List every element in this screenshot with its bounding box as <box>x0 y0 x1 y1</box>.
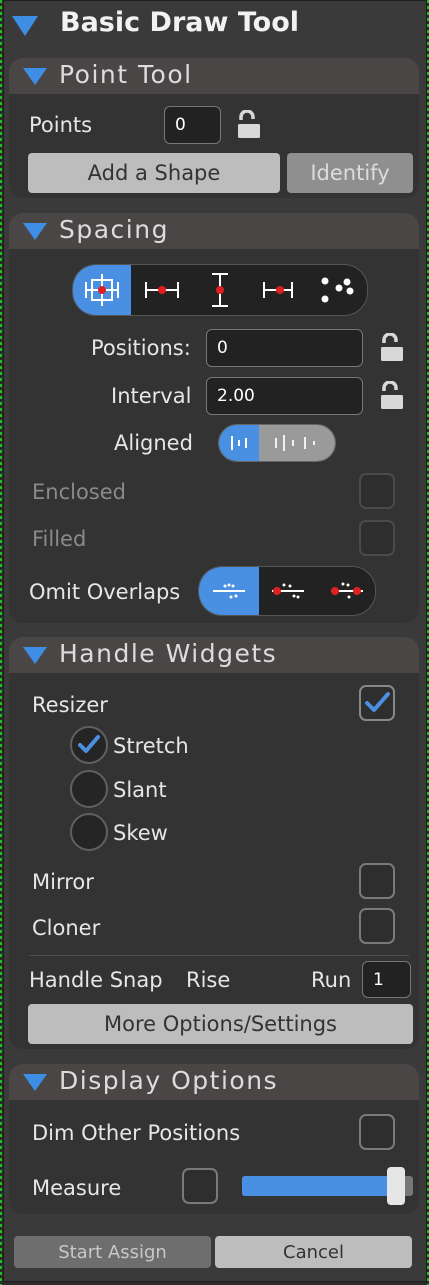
dim-other-positions-label: Dim Other Positions <box>32 1121 241 1145</box>
section-title: Spacing <box>59 215 169 244</box>
omit-overlaps-selector <box>198 566 376 616</box>
spacing-inset-option[interactable] <box>249 265 307 315</box>
frame-border-left <box>0 0 2 1285</box>
omit-overlaps-label: Omit Overlaps <box>29 580 181 604</box>
measure-checkbox[interactable] <box>182 1168 218 1204</box>
cancel-button[interactable]: Cancel <box>215 1236 412 1268</box>
skew-label: Skew <box>113 821 168 845</box>
stretch-radio[interactable] <box>70 726 108 764</box>
rise-label: Rise <box>186 968 231 992</box>
collapse-triangle-icon[interactable] <box>23 68 47 85</box>
spacing-vertical-option[interactable] <box>191 265 249 315</box>
aligned-toggle[interactable] <box>218 424 336 462</box>
scatter-dots-icon <box>321 277 354 303</box>
unaligned-ticks-icon <box>275 435 315 451</box>
run-label: Run <box>311 968 352 992</box>
run-field[interactable]: 1 <box>362 961 411 998</box>
filled-label: Filled <box>32 527 87 551</box>
spacing-header[interactable]: Spacing <box>9 213 419 249</box>
collapse-triangle-icon[interactable] <box>23 1074 47 1091</box>
positions-field[interactable]: 0 <box>206 329 363 367</box>
handle-snap-label: Handle Snap <box>29 968 163 992</box>
checkmark-icon <box>365 692 390 712</box>
checkmark-icon <box>78 735 100 753</box>
omit-start-option[interactable] <box>259 567 317 615</box>
spacing-mode-selector <box>72 264 368 316</box>
point-tool-header[interactable]: Point Tool <box>9 58 419 94</box>
interval-label: Interval <box>111 384 192 408</box>
spacing-horizontal-option[interactable] <box>133 265 191 315</box>
point-tool-section: Point Tool Points 0 Add a Shape Identify <box>9 58 419 198</box>
stretch-label: Stretch <box>113 734 189 758</box>
points-label: Points <box>29 113 93 137</box>
section-title: Point Tool <box>59 60 193 89</box>
overlap-both-icon <box>331 582 363 599</box>
enclosed-checkbox[interactable] <box>359 473 395 509</box>
identify-button[interactable]: Identify <box>287 153 413 193</box>
resizer-checkbox[interactable] <box>359 685 395 721</box>
inset-spacing-icon <box>263 282 293 298</box>
divider <box>29 955 409 956</box>
omit-none-option[interactable] <box>199 567 259 615</box>
aligned-label: Aligned <box>114 431 193 455</box>
fit-bounds-icon <box>85 274 119 306</box>
aligned-on-option[interactable] <box>219 425 259 461</box>
measure-slider-fill <box>242 1176 396 1196</box>
unlock-icon[interactable] <box>379 381 405 411</box>
measure-slider[interactable] <box>242 1167 413 1205</box>
slant-radio[interactable] <box>70 770 108 808</box>
measure-label: Measure <box>32 1176 122 1200</box>
collapse-triangle-icon[interactable] <box>12 16 38 36</box>
horizontal-spacing-icon <box>145 282 179 298</box>
collapse-triangle-icon[interactable] <box>23 647 47 664</box>
resizer-label: Resizer <box>32 693 108 717</box>
unlock-icon[interactable] <box>236 110 262 140</box>
cloner-checkbox[interactable] <box>359 908 395 944</box>
measure-slider-thumb[interactable] <box>387 1167 405 1205</box>
collapse-triangle-icon[interactable] <box>23 223 47 240</box>
display-options-section: Display Options Dim Other Positions Meas… <box>9 1064 419 1214</box>
overlap-start-icon <box>272 583 304 599</box>
add-shape-button[interactable]: Add a Shape <box>28 153 280 193</box>
aligned-off-option[interactable] <box>259 425 335 461</box>
section-title: Handle Widgets <box>59 639 278 668</box>
spacing-fit-option[interactable] <box>73 265 131 315</box>
omit-both-option[interactable] <box>317 567 375 615</box>
more-options-button[interactable]: More Options/Settings <box>28 1004 413 1044</box>
points-field[interactable]: 0 <box>164 106 221 144</box>
display-options-header[interactable]: Display Options <box>9 1064 419 1100</box>
vertical-spacing-icon <box>212 273 228 307</box>
slant-label: Slant <box>113 778 167 802</box>
handle-widgets-section: Handle Widgets Resizer Stretch Slant Ske… <box>9 637 419 1049</box>
dim-other-positions-checkbox[interactable] <box>359 1114 395 1150</box>
filled-checkbox[interactable] <box>359 520 395 556</box>
mirror-checkbox[interactable] <box>359 863 395 899</box>
positions-label: Positions: <box>91 336 191 360</box>
cloner-label: Cloner <box>32 916 101 940</box>
section-title: Display Options <box>59 1066 279 1095</box>
overlap-none-icon <box>213 583 245 599</box>
enclosed-label: Enclosed <box>32 480 126 504</box>
handle-widgets-header[interactable]: Handle Widgets <box>9 637 419 673</box>
spacing-scatter-option[interactable] <box>307 265 367 315</box>
spacing-section: Spacing Positions: 0 Interval 2.00 Align… <box>9 213 419 623</box>
unlock-icon[interactable] <box>379 333 405 363</box>
start-assign-button[interactable]: Start Assign <box>14 1236 211 1268</box>
mirror-label: Mirror <box>32 870 94 894</box>
aligned-ticks-icon <box>231 436 247 450</box>
skew-radio[interactable] <box>70 813 108 851</box>
panel-title: Basic Draw Tool <box>60 7 300 38</box>
interval-field[interactable]: 2.00 <box>206 377 363 415</box>
